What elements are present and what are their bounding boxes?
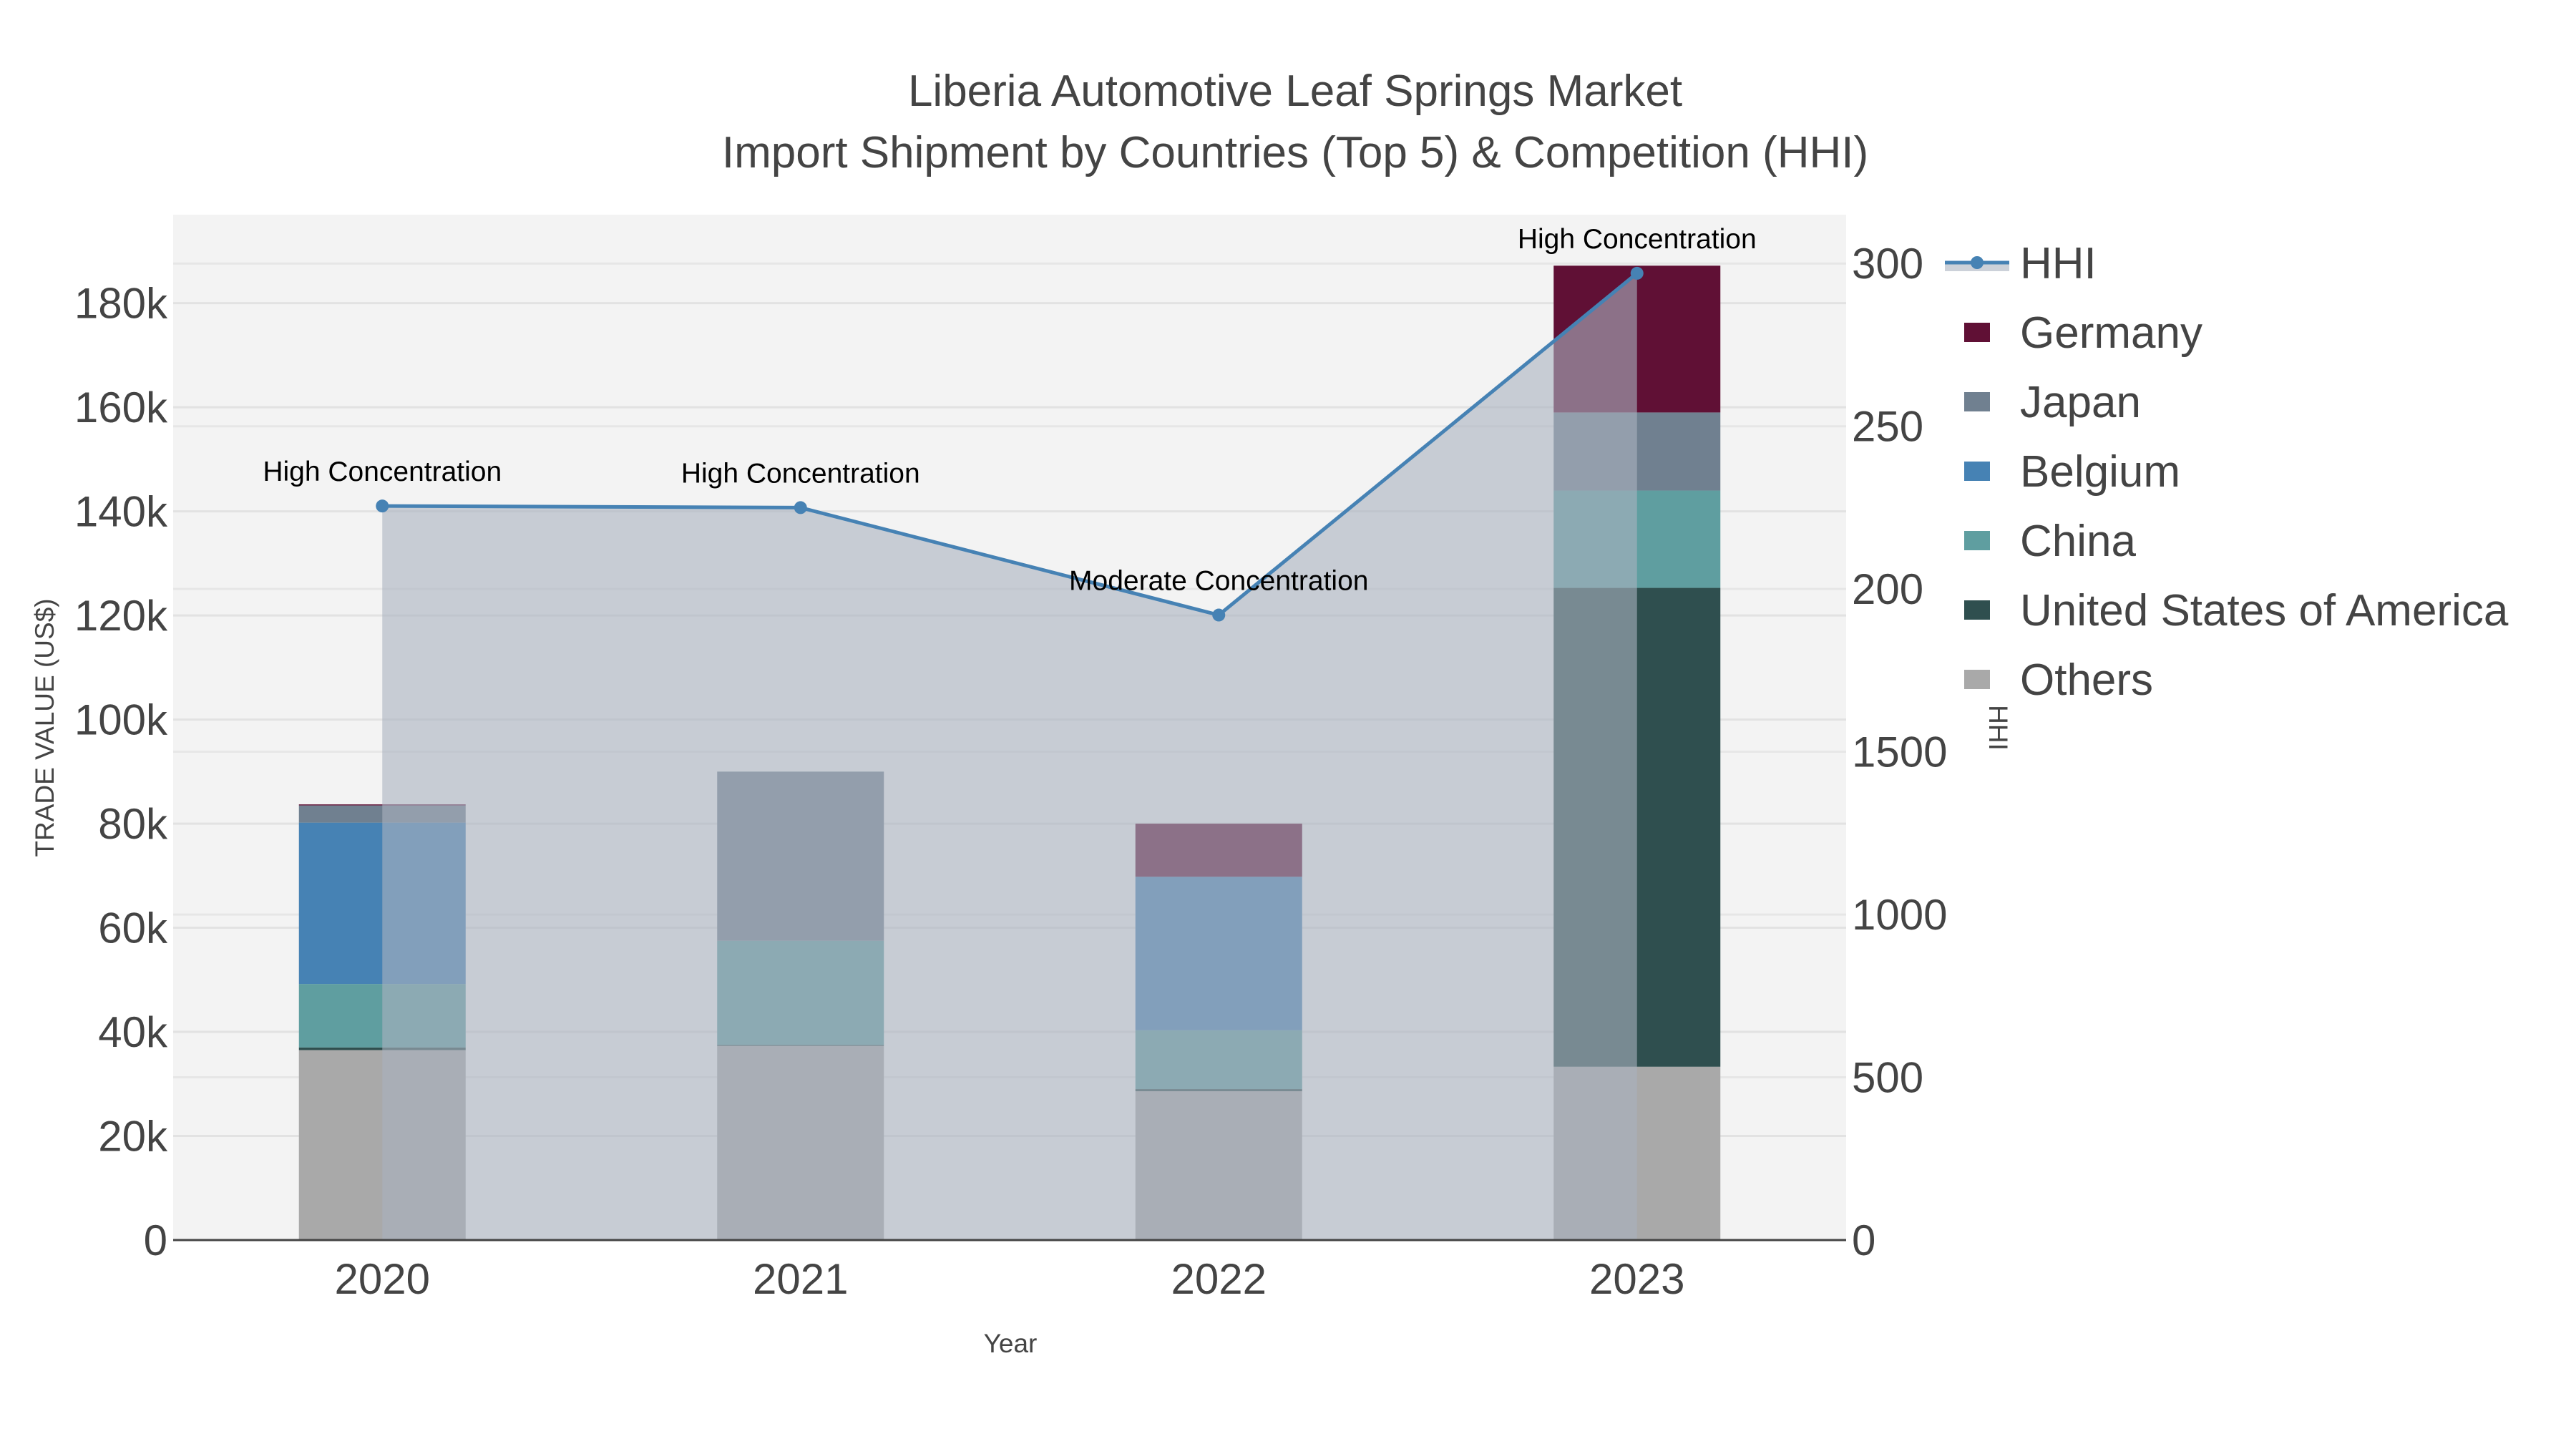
legend-item-united-states-of-america[interactable]: United States of America (1964, 586, 2509, 635)
y-tick-label: 60k (98, 904, 168, 952)
y-axis-title: TRADE VALUE (US$) (30, 598, 59, 857)
chart: Liberia Automotive Leaf Springs Market I… (30, 67, 2509, 1358)
y-tick-label: 140k (74, 488, 168, 536)
legend-label: Others (2020, 655, 2153, 705)
y2-tick-label: 500 (1852, 1054, 1923, 1102)
legend-label: China (2020, 517, 2137, 566)
x-tick-label: 2022 (1171, 1255, 1267, 1303)
legend-label: Germany (2020, 308, 2202, 358)
hhi-point[interactable] (794, 501, 807, 514)
y-tick-label: 80k (98, 800, 168, 848)
y-tick-label: 100k (74, 696, 168, 744)
hhi-annotation: Moderate Concentration (1069, 566, 1368, 597)
y-tick-label: 0 (144, 1216, 167, 1264)
legend-item-others[interactable]: Others (1964, 655, 2153, 705)
legend-label: Japan (2020, 378, 2141, 427)
legend-item-japan[interactable]: Japan (1964, 378, 2141, 427)
y2-tick-label: 200 (1852, 565, 1923, 613)
hhi-annotation: High Concentration (681, 458, 920, 489)
legend-item-germany[interactable]: Germany (1964, 308, 2202, 358)
y-tick-label: 180k (74, 280, 168, 328)
legend: HHI Germany Japan Belgium China United States… (1945, 239, 2509, 705)
x-tick-label: 2023 (1589, 1255, 1684, 1303)
legend-swatch (1964, 392, 1990, 411)
legend-label: United States of America (2020, 586, 2509, 635)
legend-swatch (1964, 323, 1990, 342)
y2-tick-label: 250 (1852, 403, 1923, 451)
y-tick-label: 160k (74, 384, 168, 431)
legend-label: HHI (2020, 239, 2097, 288)
hhi-annotation: High Concentration (263, 457, 502, 487)
hhi-point[interactable] (1212, 608, 1226, 622)
y2-tick-label: 300 (1852, 240, 1923, 288)
hhi-point[interactable] (1630, 266, 1644, 280)
y2-tick-label: 1000 (1852, 891, 1947, 939)
x-axis-title: Year (984, 1329, 1038, 1358)
legend-item-belgium[interactable]: Belgium (1964, 447, 2180, 497)
y-tick-label: 40k (98, 1008, 168, 1056)
legend-label: Belgium (2020, 447, 2180, 497)
hhi-annotation: High Concentration (1518, 224, 1757, 255)
y-tick-label: 20k (98, 1113, 168, 1161)
legend-swatch (1964, 670, 1990, 689)
legend-swatch (1964, 462, 1990, 481)
y2-tick-label: 0 (1852, 1216, 1875, 1264)
x-tick-label: 2020 (335, 1255, 430, 1303)
chart-title: Liberia Automotive Leaf Springs Market (908, 67, 1682, 116)
legend-swatch (1964, 600, 1990, 620)
chart-subtitle: Import Shipment by Countries (Top 5) & C… (722, 128, 1868, 177)
hhi-point[interactable] (376, 499, 389, 513)
y-tick-label: 120k (74, 592, 168, 640)
legend-marker-icon (1971, 256, 1984, 269)
y2-tick-label: 1500 (1852, 728, 1947, 776)
x-tick-label: 2021 (753, 1255, 848, 1303)
y2-axis-title: HHI (1984, 705, 2013, 751)
legend-item-china[interactable]: China (1964, 517, 2137, 566)
legend-item-hhi[interactable]: HHI (1945, 239, 2097, 288)
legend-swatch (1964, 531, 1990, 550)
